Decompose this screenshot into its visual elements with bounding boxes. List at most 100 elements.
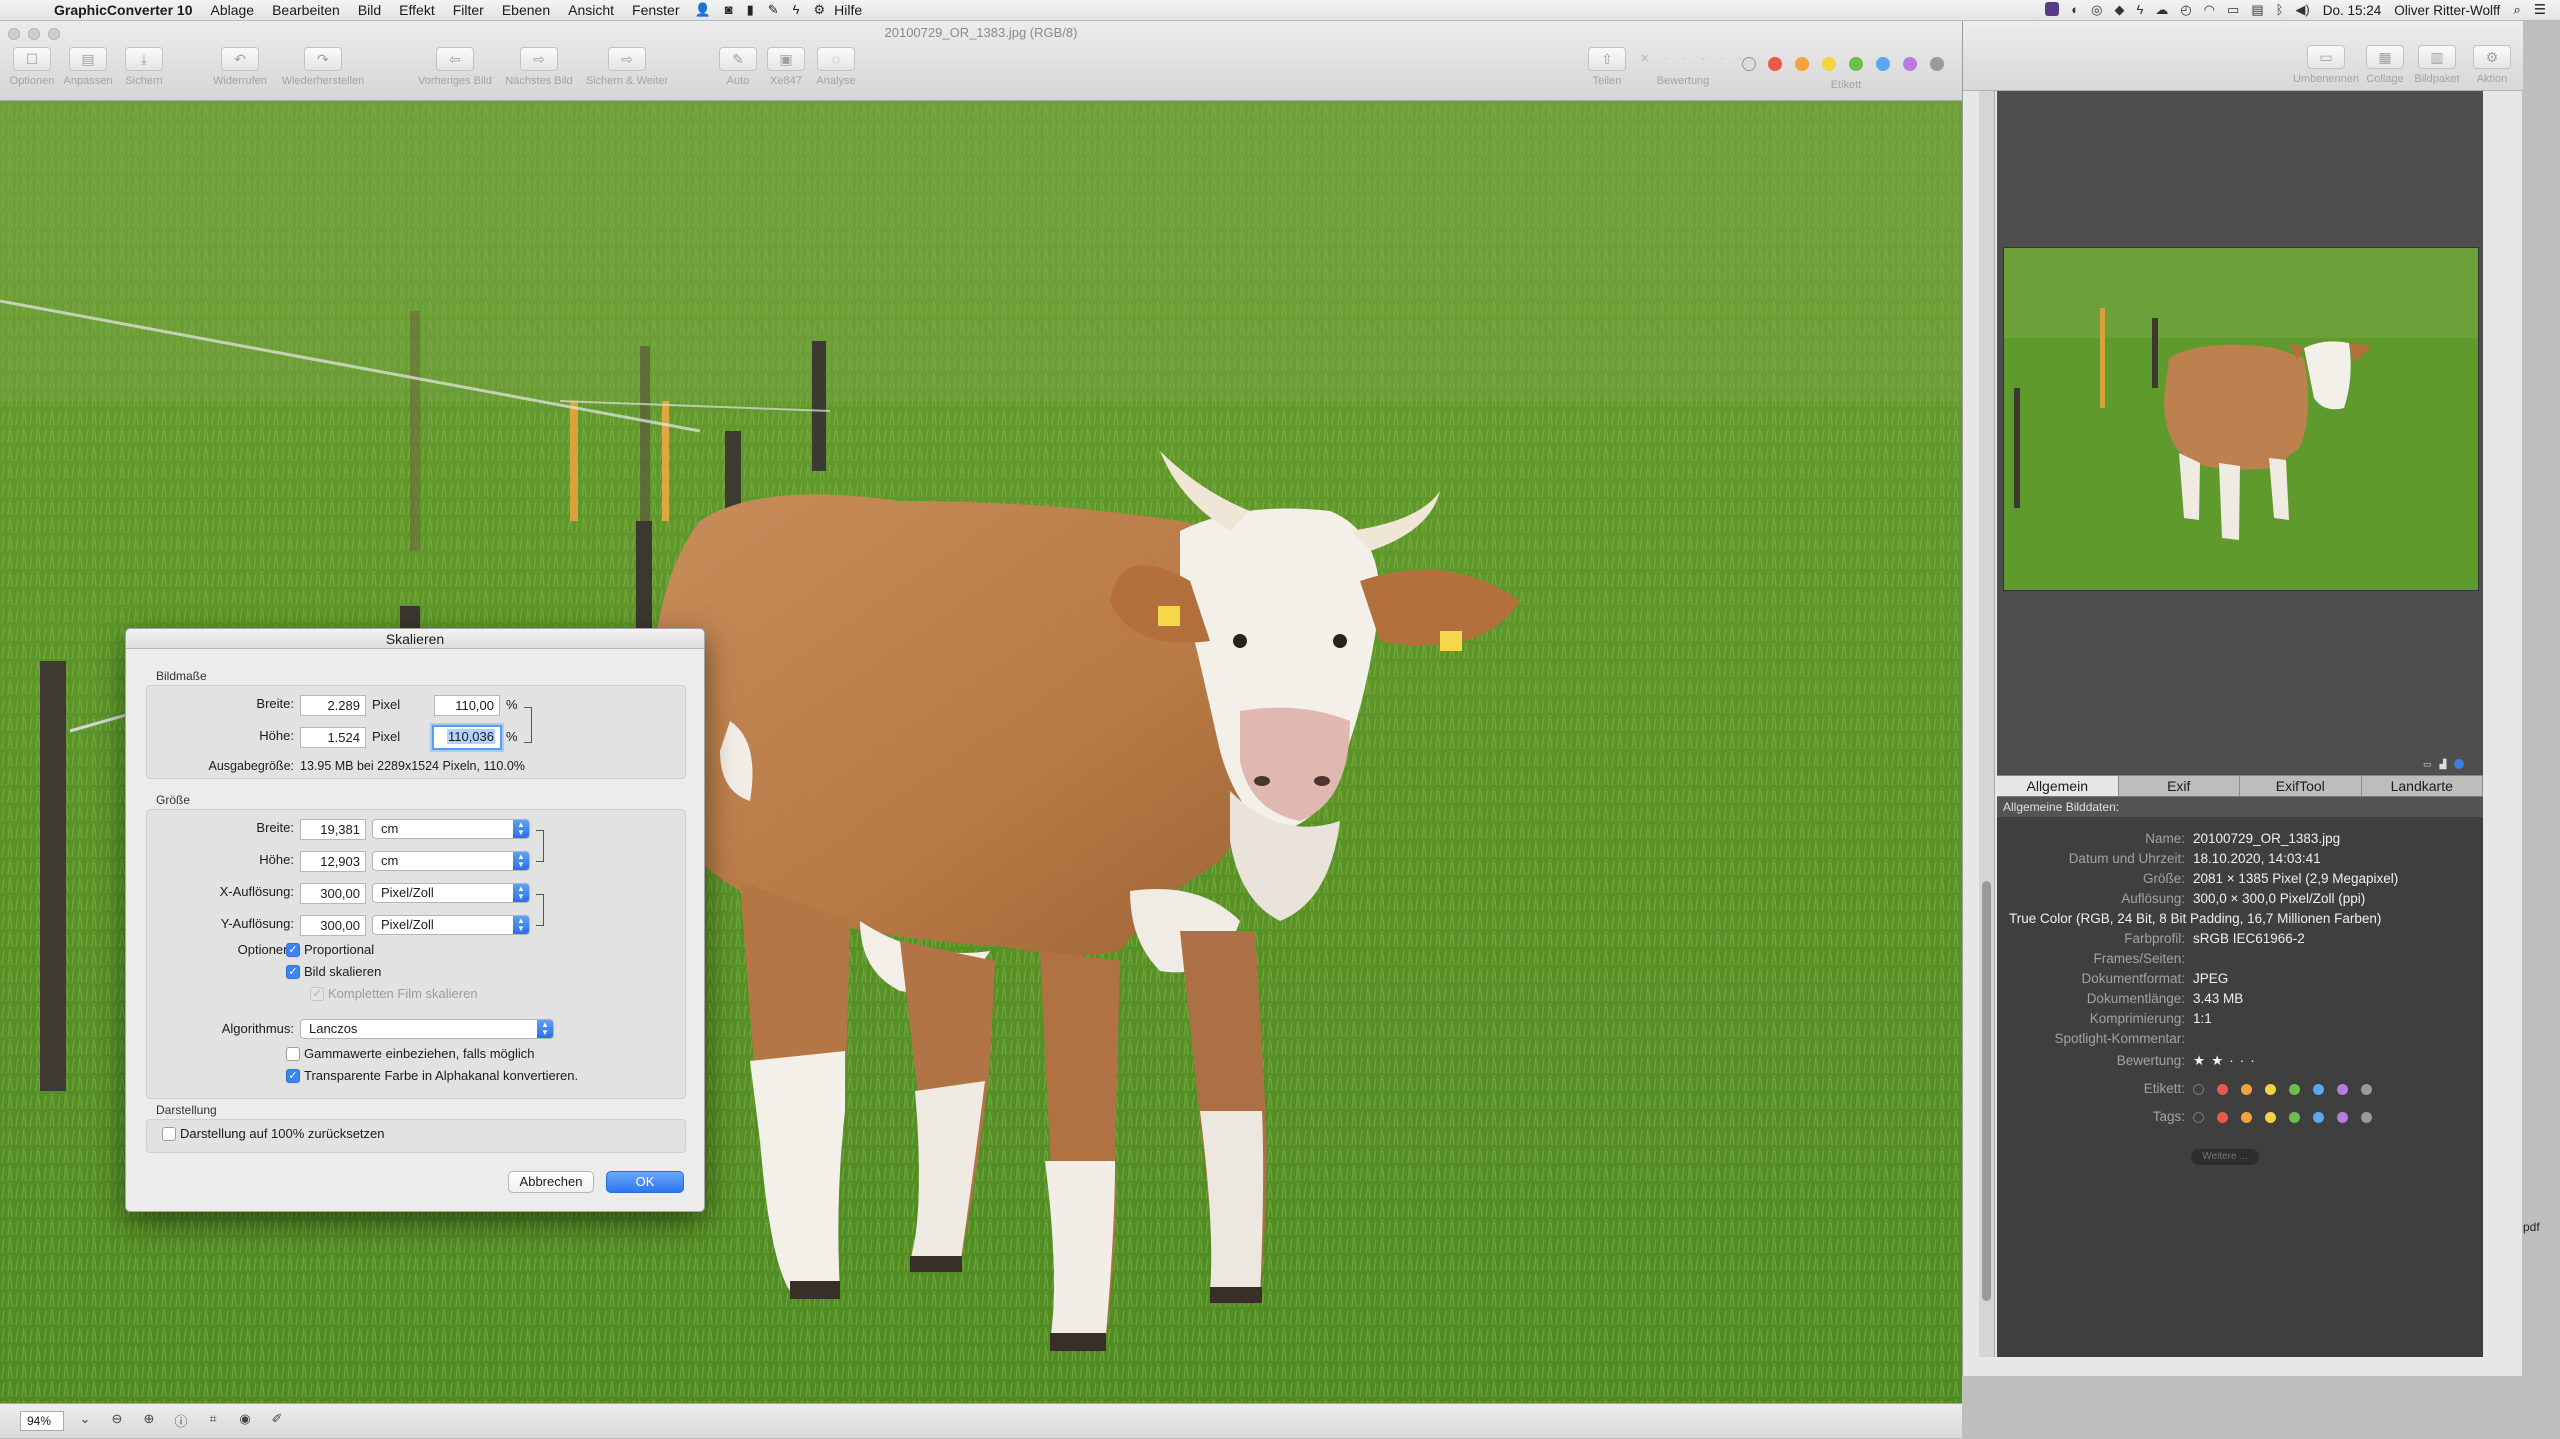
toolbar-wiederherstellen[interactable]: ↷ Wiederherstellen [278, 47, 368, 87]
menu-filter[interactable]: Filter [444, 2, 493, 18]
ok-button[interactable]: OK [606, 1171, 684, 1193]
weitere-button[interactable]: Weitere ... [2191, 1149, 2259, 1165]
label-green-dot[interactable] [1849, 57, 1863, 71]
sync-icon[interactable]: ◎ [2091, 2, 2102, 18]
x-aufloesung-field[interactable]: 300,00 [300, 883, 366, 904]
desktop-file-label[interactable]: pdf [2523, 1220, 2540, 1234]
tab-allgemein[interactable]: Allgemein [1997, 776, 2119, 796]
bild-skalieren-checkbox[interactable]: ✓ [286, 965, 300, 979]
tools-icon[interactable]: ✐ [266, 1411, 288, 1431]
bm-hoehe-field[interactable]: 1.524 [300, 727, 366, 748]
image-thumbnail[interactable] [2003, 247, 2479, 591]
tab-exif[interactable]: Exif [2119, 776, 2240, 796]
toolbar-teilen[interactable]: ⇧ Teilen [1584, 47, 1630, 87]
toolbar-analyse[interactable]: ◌ Analyse [812, 47, 860, 87]
etikett-color-2[interactable] [2265, 1083, 2276, 1095]
y-aufloesung-unit-select[interactable]: Pixel/Zoll ▲ ▼ [372, 915, 530, 935]
menu-bild[interactable]: Bild [349, 2, 390, 18]
gr-breite-unit-select[interactable]: cm ▲ ▼ [372, 819, 530, 839]
etikett-none-icon[interactable] [2193, 1083, 2204, 1095]
tag-color-dots[interactable] [2193, 1109, 2385, 1124]
dropbox-icon[interactable]: ◆ [2114, 2, 2124, 18]
toolbar-bewertung[interactable]: ✕ · · · · · Bewertung [1640, 47, 1743, 87]
tag-color-6[interactable] [2361, 1111, 2372, 1123]
trash-icon[interactable]: ▮ [747, 2, 754, 18]
menubar-user[interactable]: Oliver Ritter-Wolff [2394, 3, 2500, 18]
toolbar-bildpaket[interactable]: ▥ Bildpaket [2409, 45, 2465, 85]
toolbar-auto[interactable]: ✎ Auto [716, 47, 760, 87]
zoom-menu-chevron-icon[interactable]: ⌄ [74, 1411, 96, 1431]
display-icon[interactable]: ▭ [2227, 2, 2239, 18]
timemachine-icon[interactable]: ◴ [2180, 2, 2191, 18]
menu-ansicht[interactable]: Ansicht [559, 2, 623, 18]
browser-scrollbar-thumb[interactable] [1982, 881, 1991, 1301]
toolbar-vorheriges-bild[interactable]: ⇦ Vorheriges Bild [414, 47, 496, 87]
notification-center-icon[interactable]: ☰ [2534, 2, 2546, 18]
tag-color-1[interactable] [2241, 1111, 2252, 1123]
etikett-color-4[interactable] [2313, 1083, 2324, 1095]
gamma-checkbox[interactable] [286, 1047, 300, 1061]
moon-icon[interactable]: ◐ [2071, 2, 2079, 18]
etikett-color-dots[interactable] [2193, 1081, 2385, 1096]
volume-icon[interactable]: ◀) [2295, 2, 2309, 18]
wifi-icon[interactable]: ◠ [2204, 2, 2215, 18]
y-aufloesung-field[interactable]: 300,00 [300, 915, 366, 936]
bm-link-bracket-icon[interactable] [524, 707, 532, 743]
bluetooth-icon[interactable]: ᛒ [2276, 2, 2284, 18]
tag-color-0[interactable] [2217, 1111, 2228, 1123]
tag-color-5[interactable] [2337, 1111, 2348, 1123]
zoom-out-icon[interactable]: ⊖ [106, 1411, 128, 1431]
toolbar-optionen[interactable]: ☐ Optionen [8, 47, 56, 87]
menu-fenster[interactable]: Fenster [623, 2, 688, 18]
menu-ebenen[interactable]: Ebenen [493, 2, 559, 18]
person-icon[interactable]: 👤 [695, 2, 711, 18]
label-red-dot[interactable] [1768, 57, 1782, 71]
menu-ablage[interactable]: Ablage [202, 2, 264, 18]
color-picker-icon[interactable]: ◉ [234, 1411, 256, 1431]
label-gray-dot[interactable] [1930, 57, 1944, 71]
tag-color-4[interactable] [2313, 1111, 2324, 1123]
gr-hoehe-unit-select[interactable]: cm ▲ ▼ [372, 851, 530, 871]
menu-bearbeiten[interactable]: Bearbeiten [263, 2, 349, 18]
tag-none-icon[interactable] [2193, 1111, 2204, 1123]
crop-icon[interactable]: ⌗ [202, 1411, 224, 1431]
menubar-clock[interactable]: Do. 15:24 [2323, 3, 2382, 18]
menu-effekt[interactable]: Effekt [390, 2, 444, 18]
cloud-icon[interactable]: ☁ [2155, 2, 2168, 18]
bolt-status-icon[interactable]: ϟ [2136, 2, 2143, 18]
toolbar-collage[interactable]: ▦ Collage [2363, 45, 2407, 85]
status-app-icon[interactable] [2045, 2, 2060, 16]
etikett-color-6[interactable] [2361, 1083, 2372, 1095]
etikett-color-3[interactable] [2289, 1083, 2300, 1095]
bm-hoehe-percent-field[interactable]: 110,036 [432, 725, 502, 750]
menu-hilfe[interactable]: Hilfe [825, 2, 871, 18]
zoom-in-icon[interactable]: ⊕ [138, 1411, 160, 1431]
menu-app[interactable]: GraphicConverter 10 [42, 2, 202, 18]
toolbar-sichern[interactable]: ⤓ Sichern [120, 47, 168, 87]
rating-stars[interactable]: ★★··· [2193, 1053, 2261, 1069]
gr-breite-field[interactable]: 19,381 [300, 819, 366, 840]
toolbar-widerrufen[interactable]: ↶ Widerrufen [210, 47, 270, 87]
tab-landkarte[interactable]: Landkarte [2362, 776, 2483, 796]
toolbar-xe[interactable]: ▣ Xe847 [764, 47, 808, 87]
aufloesung-link-bracket-icon[interactable] [536, 894, 544, 926]
label-none-icon[interactable] [1742, 57, 1756, 71]
info-icon[interactable]: ⓘ [170, 1411, 192, 1431]
toolbar-umbenennen[interactable]: ▭ Umbenennen [2291, 45, 2361, 85]
histogram-icon[interactable]: ▟ [2440, 759, 2447, 770]
zoom-level-field[interactable]: 94% [20, 1411, 64, 1431]
brush-icon[interactable]: ✎ [768, 2, 779, 18]
toolbar-sichern-weiter[interactable]: ⇨ Sichern & Weiter [582, 47, 672, 87]
transparent-checkbox[interactable]: ✓ [286, 1069, 300, 1083]
etikett-color-0[interactable] [2217, 1083, 2228, 1095]
darstellung-reset-checkbox[interactable] [162, 1127, 176, 1141]
label-purple-dot[interactable] [1903, 57, 1917, 71]
keyboard-icon[interactable]: ▤ [2251, 2, 2263, 18]
algorithmus-select[interactable]: Lanczos ▲ ▼ [300, 1019, 554, 1039]
camera-icon[interactable]: ◙ [725, 2, 733, 18]
x-aufloesung-unit-select[interactable]: Pixel/Zoll ▲ ▼ [372, 883, 530, 903]
info-badge-icon[interactable] [2454, 759, 2465, 769]
bm-breite-percent-field[interactable]: 110,00 [434, 695, 500, 716]
bolt-icon[interactable]: ϟ [793, 2, 800, 18]
gear-icon[interactable]: ⚙ [814, 2, 826, 18]
